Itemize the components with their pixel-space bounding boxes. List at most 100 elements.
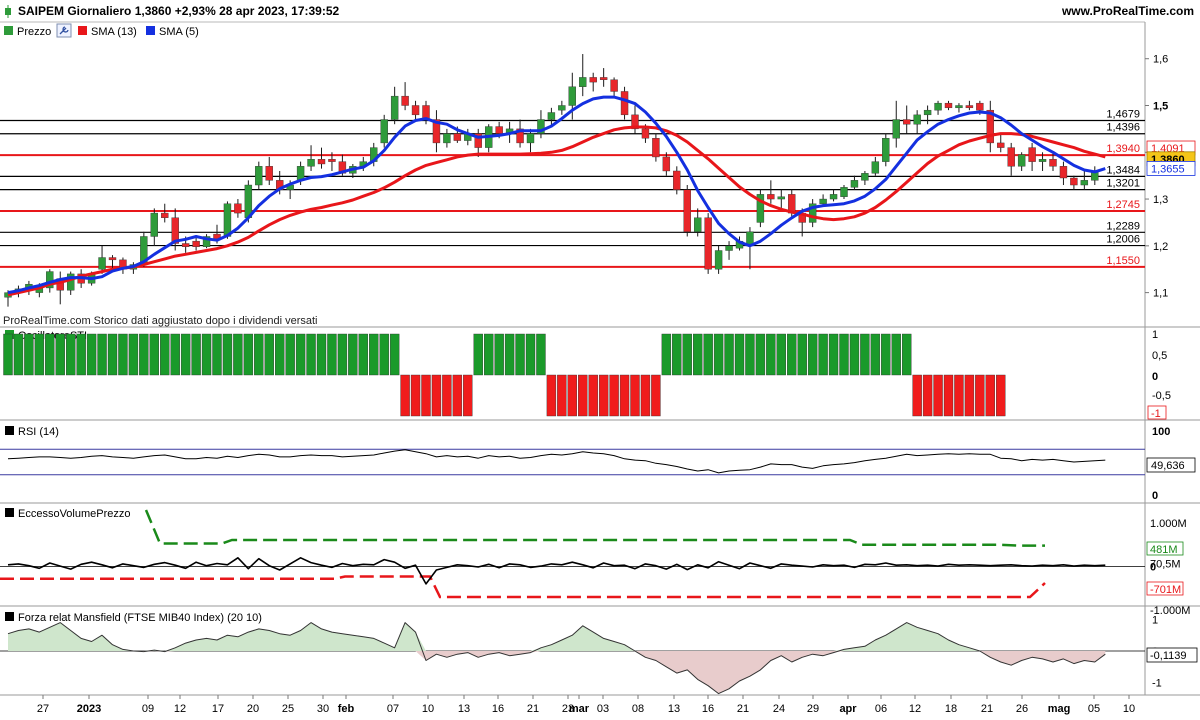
osc-bar-down [975, 374, 985, 417]
osc-bar-up [902, 333, 912, 376]
wrench-icon[interactable] [56, 23, 72, 38]
mansfield-axis: 10-1-0,1139 [1146, 614, 1198, 690]
osc-bar-down [630, 374, 640, 417]
osc-bar-up [13, 333, 24, 376]
watermark: ProRealTime.com Storico dati aggiustato … [3, 315, 317, 327]
date-tick-label: 13 [458, 703, 470, 715]
legend-sma13[interactable]: SMA (13) [91, 26, 137, 38]
date-tick-label: 18 [945, 703, 957, 715]
osc-bar-down [546, 374, 557, 417]
candle-body [882, 138, 890, 162]
date-tick-label: 03 [597, 703, 609, 715]
volume-excess-lines [0, 509, 1145, 599]
osc-bar-up [316, 333, 327, 376]
oscillator-bars [3, 333, 1006, 417]
candle-body [223, 203, 232, 237]
chart-canvas: SAIPEM Giornaliero 1,3860 +2,93% 28 apr … [0, 0, 1200, 715]
osc-bar-up [776, 333, 786, 376]
osc-bar-up [734, 333, 745, 376]
candle-body [850, 180, 859, 188]
level-label: 1,2006 [1106, 234, 1140, 246]
price-tick-label: 1,5 [1153, 100, 1168, 112]
candle-body [317, 159, 326, 165]
osc-bar-down [557, 374, 567, 417]
date-tick-label: 08 [632, 703, 644, 715]
osc-bar-down [400, 374, 410, 417]
osc-bar-down [578, 374, 588, 417]
candle-body [161, 212, 169, 218]
candle-body [955, 105, 963, 109]
mansfield-area [0, 622, 1145, 695]
candle-body [108, 257, 117, 261]
chart-title: SAIPEM Giornaliero 1,3860 +2,93% 28 apr … [18, 4, 340, 18]
candle-body [589, 77, 597, 83]
candle-body [255, 166, 263, 186]
legend-price[interactable]: Prezzo [17, 26, 51, 38]
candle-body [662, 156, 671, 172]
osc-bar-up [306, 333, 316, 376]
osc-tick-label: 1 [1152, 329, 1158, 341]
osc-bar-up [327, 333, 337, 376]
candle-body [913, 114, 921, 125]
osc-tick-label: 0 [1152, 371, 1158, 383]
brand-text[interactable]: www.ProRealTime.com [1061, 4, 1194, 18]
date-tick-label: 21 [737, 703, 749, 715]
osc-bar-up [745, 333, 755, 376]
rsi-title: RSI (14) [5, 426, 59, 438]
price-tick-label: 1,6 [1153, 54, 1168, 66]
svg-text:-701M: -701M [1150, 584, 1181, 596]
candle-body [547, 112, 556, 120]
price-tick-label: 1,2 [1153, 241, 1168, 253]
date-tick-label: 24 [773, 703, 785, 715]
date-axis: 27 2023 09 12 17 20 25 30 feb 07 10 13 16 21 23mar 03 08… [37, 695, 1135, 715]
osc-bar-down [421, 374, 431, 417]
candle-body [599, 77, 608, 80]
legend-sma5[interactable]: SMA (5) [159, 26, 199, 38]
legend-sma13-swatch [78, 26, 87, 35]
level-label: 1,3940 [1106, 143, 1140, 155]
osc-bar-down [567, 374, 577, 417]
osc-badge: -1 [1147, 405, 1167, 420]
osc-bar-down [943, 374, 954, 417]
candle-body [892, 119, 900, 139]
osc-bar-up [295, 333, 306, 376]
date-tick-label: 12 [174, 703, 186, 715]
osc-bar-up [201, 333, 212, 376]
candle-body [150, 212, 159, 237]
osc-tick-label: 0,5 [1152, 350, 1167, 362]
rsi-axis: 100 0 49,636 [1146, 426, 1196, 502]
evp-title-text[interactable]: EccessoVolumePrezzo [18, 508, 131, 520]
candle-body [694, 217, 702, 232]
osc-bar-up [86, 333, 97, 376]
oscillator-axis: 1 0,5 0 -0,5 -1 [1147, 329, 1171, 420]
rsi-title-text[interactable]: RSI (14) [18, 426, 59, 438]
osc-bar-up [693, 333, 703, 376]
candle-body [861, 173, 869, 181]
osc-bar-down [912, 374, 922, 417]
candle-body [579, 77, 587, 87]
osc-bar-down [933, 374, 943, 417]
level-label: 1,2289 [1106, 220, 1140, 232]
osc-bar-down [985, 374, 995, 417]
osc-bar-down [452, 374, 463, 417]
level-label: 1,4396 [1106, 122, 1140, 134]
osc-bar-up [233, 333, 243, 376]
osc-bar-up [358, 333, 368, 376]
date-tick-label: 27 [37, 703, 49, 715]
osc-bar-down [996, 374, 1006, 417]
price-badge: 1,3655 [1146, 161, 1196, 176]
osc-bar-up [839, 333, 849, 376]
osc-bar-up [76, 333, 86, 376]
osc-bar-up [484, 333, 494, 376]
candle-body [610, 79, 618, 92]
osc-bar-up [724, 333, 734, 376]
level-label: 1,1550 [1106, 255, 1140, 267]
candle-body [558, 105, 566, 111]
date-tick-label: 30 [317, 703, 329, 715]
level-label: 1,3484 [1106, 164, 1140, 176]
mansfield-title-text[interactable]: Forza relat Mansfield (FTSE MIB40 Index)… [18, 612, 262, 624]
candle-body [181, 243, 190, 247]
evp-lower-band [0, 575, 1046, 599]
candle-body [380, 119, 388, 144]
osc-bar-down [431, 374, 442, 417]
